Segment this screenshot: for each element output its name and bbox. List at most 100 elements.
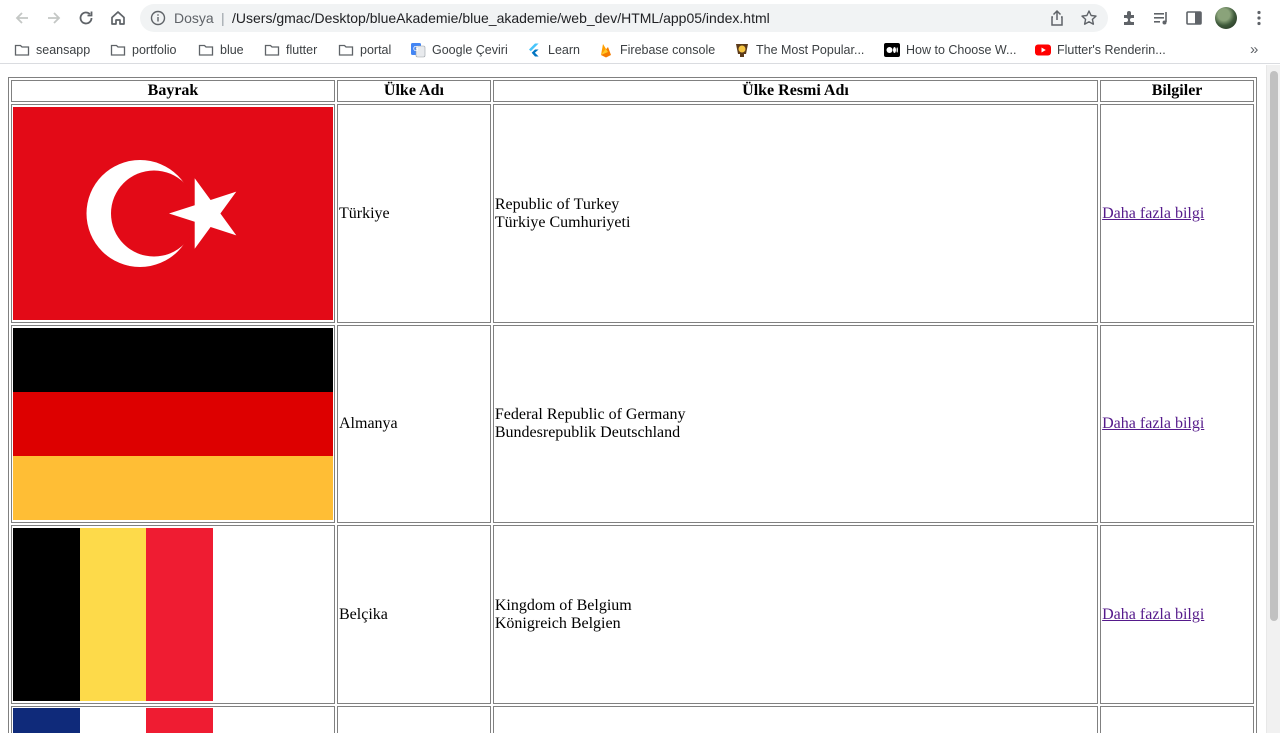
forward-button[interactable] bbox=[42, 6, 66, 30]
home-icon bbox=[111, 11, 125, 25]
reload-button[interactable] bbox=[74, 6, 98, 30]
flag-cell bbox=[11, 104, 335, 323]
flag-band-gold bbox=[13, 456, 333, 520]
more-info-link[interactable]: Daha fazla bilgi bbox=[1102, 205, 1204, 222]
bookmark-item[interactable]: seansapp bbox=[14, 41, 90, 59]
official-name-english: Kingdom of Belgium bbox=[494, 596, 632, 614]
info-cell bbox=[1100, 706, 1254, 733]
scrollbar-thumb[interactable] bbox=[1270, 71, 1278, 621]
home-button[interactable] bbox=[106, 6, 130, 30]
header-country-name: Ülke Adı bbox=[337, 80, 491, 102]
bookmark-item[interactable]: G Google Çeviri bbox=[410, 41, 508, 59]
official-name-english: Federal Republic of Germany bbox=[494, 406, 686, 423]
folder-icon bbox=[110, 44, 126, 56]
bookmark-item[interactable]: Firebase console bbox=[598, 41, 715, 59]
official-name-english: Republic of Turkey bbox=[494, 195, 620, 213]
reading-list-icon[interactable] bbox=[1151, 8, 1171, 28]
bookmark-label: Firebase console bbox=[620, 43, 716, 57]
flag-band-white bbox=[79, 708, 147, 733]
crescent-star-icon bbox=[86, 160, 237, 267]
firebase-icon bbox=[601, 44, 611, 58]
bookmark-label: seansapp bbox=[36, 43, 91, 57]
folder-icon bbox=[14, 44, 30, 56]
table-row: Almanya Federal Republic of Germany Bund… bbox=[11, 325, 1254, 523]
table-row bbox=[11, 706, 1254, 733]
flag-cell bbox=[11, 325, 335, 523]
address-bar[interactable]: Dosya | /Users/gmac/Desktop/blueAkademie… bbox=[140, 4, 1108, 32]
scheme-label: Dosya bbox=[174, 10, 214, 26]
folder-icon bbox=[264, 44, 280, 56]
turkey-flag bbox=[13, 107, 333, 320]
bookmark-label: portfolio bbox=[132, 43, 177, 57]
youtube-icon bbox=[1035, 44, 1051, 56]
more-info-link[interactable]: Daha fazla bilgi bbox=[1102, 606, 1204, 623]
official-name-local: Königreich Belgien bbox=[494, 614, 621, 632]
url-text[interactable]: /Users/gmac/Desktop/blueAkademie/blue_ak… bbox=[232, 10, 770, 26]
info-icon[interactable] bbox=[150, 10, 166, 26]
google-translate-icon: G bbox=[411, 43, 426, 58]
svg-text:G: G bbox=[413, 45, 418, 53]
bookmarks-bar: seansapp portfolio blue flutter portal G… bbox=[0, 36, 1280, 64]
bookmark-label: blue bbox=[220, 43, 244, 57]
bookmark-label: flutter bbox=[286, 43, 318, 57]
bookmark-item[interactable]: The Most Popular... bbox=[734, 41, 864, 59]
flag-band-blue bbox=[13, 708, 80, 733]
arrow-left-icon bbox=[15, 12, 28, 24]
table-row: Türkiye Republic of Turkey Türkiye Cumhu… bbox=[11, 104, 1254, 323]
extensions-icon[interactable] bbox=[1120, 8, 1140, 28]
bookmark-item[interactable]: blue bbox=[198, 41, 244, 59]
country-name-cell bbox=[337, 706, 491, 733]
info-cell: Daha fazla bilgi bbox=[1100, 525, 1254, 704]
star-icon[interactable] bbox=[1080, 9, 1098, 27]
flag-band-red bbox=[13, 392, 333, 456]
folder-icon bbox=[198, 44, 214, 56]
browser-toolbar: Dosya | /Users/gmac/Desktop/blueAkademie… bbox=[0, 0, 1280, 36]
profile-avatar[interactable] bbox=[1215, 7, 1237, 29]
official-name-cell: Kingdom of Belgium Königreich Belgien bbox=[492, 525, 1099, 704]
bookmark-item[interactable]: Learn bbox=[526, 41, 580, 59]
bookmark-label: How to Choose W... bbox=[906, 43, 1017, 57]
flag-band-black bbox=[13, 528, 80, 701]
table-row: Belçika Kingdom of Belgium Königreich Be… bbox=[11, 525, 1254, 704]
bookmark-label: Google Çeviri bbox=[432, 43, 508, 57]
page-viewport: Bayrak Ülke Adı Ülke Resmi Adı Bilgiler bbox=[0, 65, 1266, 733]
official-name-cell: Republic of Turkey Türkiye Cumhuriyeti bbox=[492, 104, 1099, 323]
more-info-link[interactable]: Daha fazla bilgi bbox=[1102, 415, 1204, 432]
official-name-cell: Federal Republic of Germany Bundesrepubl… bbox=[492, 325, 1099, 523]
flag-cell bbox=[11, 706, 335, 733]
vertical-scrollbar[interactable] bbox=[1266, 65, 1280, 733]
bookmark-label: The Most Popular... bbox=[756, 43, 865, 57]
flag-cell bbox=[11, 525, 335, 704]
table-header-row: Bayrak Ülke Adı Ülke Resmi Adı Bilgiler bbox=[11, 80, 1254, 102]
side-panel-icon[interactable] bbox=[1184, 8, 1204, 28]
reload-icon bbox=[79, 11, 93, 25]
bookmark-item[interactable]: Flutter's Renderin... bbox=[1035, 41, 1166, 59]
site-icon bbox=[736, 44, 748, 57]
folder-icon bbox=[338, 44, 354, 56]
bookmark-label: Learn bbox=[548, 43, 580, 57]
belgium-flag bbox=[13, 528, 214, 701]
bookmark-label: portal bbox=[360, 43, 392, 57]
official-name-local: Türkiye Cumhuriyeti bbox=[494, 213, 631, 231]
info-cell: Daha fazla bilgi bbox=[1100, 104, 1254, 323]
bookmarks-overflow-button[interactable]: » bbox=[1250, 41, 1258, 58]
flag-band-red bbox=[146, 528, 214, 701]
flag-band-red bbox=[146, 708, 214, 733]
bookmark-item[interactable]: flutter bbox=[264, 41, 317, 59]
back-button[interactable] bbox=[10, 6, 34, 30]
menu-icon[interactable] bbox=[1249, 8, 1269, 28]
countries-table: Bayrak Ülke Adı Ülke Resmi Adı Bilgiler bbox=[8, 77, 1257, 733]
bookmark-item[interactable]: portal bbox=[338, 41, 391, 59]
scheme-separator: | bbox=[221, 10, 225, 26]
info-cell: Daha fazla bilgi bbox=[1100, 325, 1254, 523]
arrow-right-icon bbox=[48, 12, 61, 24]
bookmark-label: Flutter's Renderin... bbox=[1057, 43, 1166, 57]
germany-flag bbox=[13, 328, 333, 520]
country-name-cell: Belçika bbox=[337, 525, 491, 704]
bookmark-item[interactable]: portfolio bbox=[110, 41, 176, 59]
header-official-name: Ülke Resmi Adı bbox=[492, 80, 1099, 102]
medium-icon bbox=[884, 43, 900, 57]
bookmark-item[interactable]: How to Choose W... bbox=[884, 41, 1016, 59]
flag-band-yellow bbox=[79, 528, 147, 701]
share-icon[interactable] bbox=[1048, 9, 1066, 27]
